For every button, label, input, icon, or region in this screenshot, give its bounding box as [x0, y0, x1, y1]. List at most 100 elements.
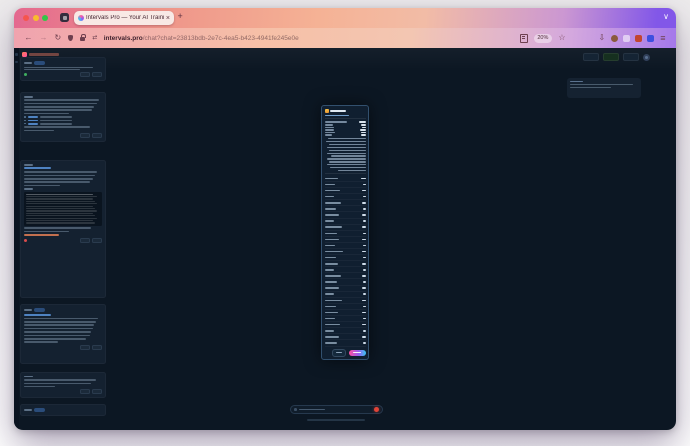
new-tab-button[interactable]: + — [178, 12, 183, 21]
disclaimer-text-skeleton — [307, 419, 365, 421]
message-actions-row — [24, 238, 102, 243]
collapsed-sidebar-rail[interactable] — [14, 48, 19, 430]
tracking-shield-icon[interactable] — [68, 35, 73, 41]
reload-button[interactable]: ↻ — [55, 34, 62, 42]
chat-message-card — [20, 304, 106, 364]
menu-hamburger-icon[interactable]: ≡ — [660, 34, 665, 43]
message-actions-row — [24, 389, 102, 394]
extension-icon-indigo[interactable] — [647, 35, 654, 42]
tab-title: Intervals Pro — Your AI Training | — [86, 15, 164, 21]
summary-value-skeleton — [362, 127, 366, 129]
table-row-skeleton — [26, 218, 97, 219]
text-line-skeleton — [24, 324, 94, 326]
chat-action-button[interactable] — [92, 133, 102, 138]
list-value-skeleton — [363, 281, 366, 283]
list-value-skeleton — [363, 184, 365, 186]
window-close-button[interactable] — [23, 15, 29, 21]
modal-summary-row — [325, 124, 366, 126]
text-line-skeleton — [40, 123, 71, 125]
primary-action-button[interactable] — [349, 350, 366, 356]
chat-action-button[interactable] — [80, 345, 90, 350]
url-domain: intervals.pro — [104, 35, 143, 42]
text-line-skeleton — [24, 130, 54, 132]
link-heading-skeleton — [24, 314, 51, 316]
chat-input[interactable] — [290, 405, 383, 414]
chat-action-button[interactable] — [80, 72, 90, 77]
modal-summary-row — [325, 121, 366, 123]
extension-icon-light[interactable] — [623, 35, 630, 42]
url-bar[interactable]: intervals.pro/chat?chat=23813bdb-2e7c-4e… — [104, 35, 299, 42]
user-avatar[interactable] — [643, 54, 650, 61]
list-label-skeleton — [325, 306, 336, 308]
lock-icon[interactable] — [80, 37, 85, 41]
list-label-skeleton — [325, 202, 341, 204]
list-value-skeleton — [362, 287, 365, 289]
text-line-skeleton — [24, 171, 97, 173]
section-label-skeleton — [24, 96, 33, 98]
data-table-skeleton — [24, 192, 102, 226]
list-value-skeleton — [362, 226, 366, 228]
app-header-strip — [14, 48, 676, 70]
browser-tab[interactable]: Intervals Pro — Your AI Training | × — [74, 11, 174, 25]
header-button[interactable] — [583, 53, 599, 61]
text-line-skeleton — [24, 99, 99, 101]
chat-action-button[interactable] — [92, 238, 102, 243]
summary-key-skeleton — [325, 134, 332, 136]
chat-action-button[interactable] — [80, 133, 90, 138]
chat-action-button[interactable] — [92, 72, 102, 77]
bullet-dot — [24, 123, 26, 125]
list-label-skeleton — [325, 318, 336, 320]
modal-summary-rows — [325, 120, 366, 137]
header-button[interactable] — [623, 53, 639, 61]
paragraph-line-skeleton — [338, 170, 366, 171]
text-line-skeleton — [24, 318, 98, 320]
text-line-skeleton — [24, 338, 86, 340]
extension-icon-red[interactable] — [635, 35, 642, 42]
text-line-skeleton — [24, 328, 93, 330]
sender-label-skeleton — [24, 309, 32, 311]
list-value-skeleton — [362, 324, 366, 326]
header-button[interactable] — [603, 53, 619, 61]
paragraph-line-skeleton — [329, 161, 365, 162]
page-content — [14, 48, 676, 430]
text-line-skeleton — [24, 181, 90, 183]
modal-summary-row — [325, 134, 366, 136]
text-line-skeleton — [24, 227, 91, 229]
chevron-down-icon[interactable]: ∨ — [663, 12, 669, 21]
chat-action-button[interactable] — [80, 238, 90, 243]
paragraph-line-skeleton — [330, 167, 365, 168]
summary-value-skeleton — [361, 132, 365, 134]
attach-icon[interactable] — [294, 408, 297, 411]
window-minimize-button[interactable] — [33, 15, 39, 21]
list-label-skeleton — [325, 330, 334, 332]
text-line-skeleton — [24, 185, 60, 187]
zoom-level-badge[interactable]: 20% — [534, 34, 552, 43]
cancel-button[interactable] — [332, 349, 346, 357]
message-header-row — [24, 408, 102, 412]
chat-action-button[interactable] — [80, 389, 90, 394]
input-placeholder-skeleton — [299, 409, 325, 411]
list-label-skeleton — [325, 184, 336, 186]
downloads-icon[interactable]: ⇩ — [599, 34, 606, 42]
summary-key-skeleton — [325, 124, 333, 126]
message-actions-row — [24, 72, 102, 77]
chat-action-button[interactable] — [92, 389, 102, 394]
tab-close-icon[interactable]: × — [166, 15, 170, 22]
forward-button[interactable]: → — [40, 34, 48, 42]
reader-mode-icon[interactable] — [520, 34, 528, 43]
back-button[interactable]: ← — [25, 34, 33, 42]
chat-action-button[interactable] — [92, 345, 102, 350]
bookmark-star-icon[interactable]: ☆ — [558, 34, 565, 42]
text-line-skeleton — [24, 126, 90, 128]
pinned-extension-icon[interactable] — [60, 13, 69, 22]
table-row-skeleton — [26, 222, 95, 223]
summary-key-skeleton — [325, 121, 347, 123]
account-avatar-icon[interactable] — [611, 35, 618, 42]
bullet-dot — [24, 120, 26, 122]
table-row-skeleton — [26, 210, 97, 211]
list-value-skeleton — [362, 190, 365, 192]
list-value-skeleton — [362, 275, 366, 277]
table-row-skeleton — [26, 201, 95, 202]
record-stop-button[interactable] — [374, 407, 380, 413]
window-zoom-button[interactable] — [42, 15, 48, 21]
